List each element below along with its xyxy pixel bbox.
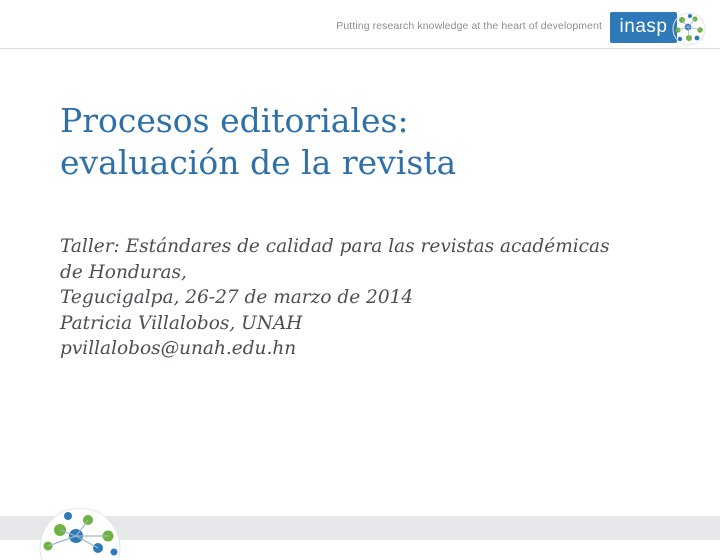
globe-network-icon — [672, 12, 706, 46]
location-date-line: Tegucigalpa, 26-27 de marzo de 2014 — [60, 287, 414, 308]
inasp-logo-text: inasp — [619, 15, 668, 37]
footer-globe-icon — [39, 507, 121, 560]
header-divider — [0, 48, 720, 49]
title-line-2: evaluación de la revista — [60, 143, 457, 182]
author-line: Patricia Villalobos, UNAH — [60, 312, 303, 334]
workshop-line: Taller: Estándares de calidad para las r… — [60, 236, 610, 257]
slide-body: Taller: Estándares de calidad para las r… — [60, 234, 680, 362]
slide-title: Procesos editoriales: evaluación de la r… — [60, 100, 680, 184]
workshop-line-cont: de Honduras, — [60, 261, 187, 283]
slide-header: Putting research knowledge at the heart … — [0, 0, 720, 56]
inasp-logo: inasp — [610, 12, 677, 43]
email-line: pvillalobos@unah.edu.hn — [60, 338, 297, 359]
title-line-1: Procesos editoriales: — [60, 101, 409, 140]
header-tagline: Putting research knowledge at the heart … — [336, 20, 602, 32]
